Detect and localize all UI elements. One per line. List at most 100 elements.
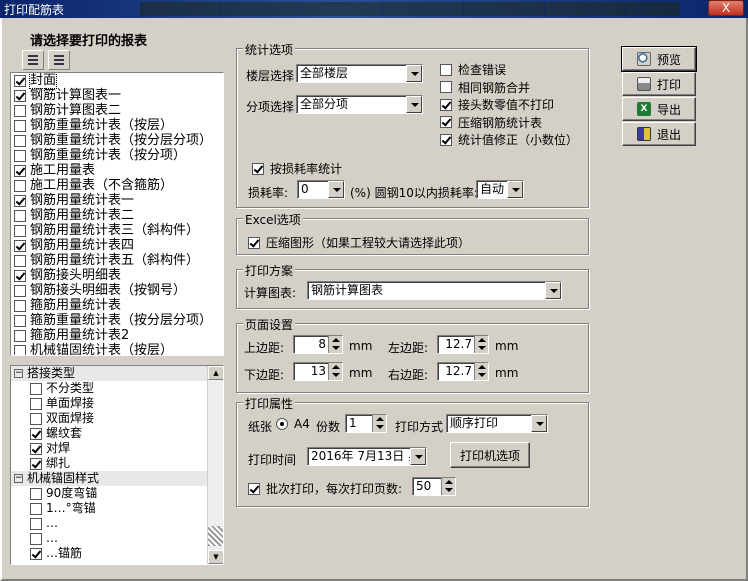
stats-option-check[interactable]: 接头数零值不打印 [440, 96, 554, 113]
tree-group[interactable]: − 搭接类型 [11, 366, 223, 381]
tree-item[interactable]: 对焊 [11, 441, 223, 456]
loss-rate-check[interactable]: 按损耗率统计 [252, 160, 342, 177]
stats-option-check[interactable]: 统计值修正（小数位） [440, 131, 578, 148]
report-item[interactable]: 施工用量表（不含箍筋） [11, 178, 223, 193]
checkbox[interactable] [14, 149, 26, 162]
checkbox[interactable] [14, 254, 26, 267]
chevron-down-icon[interactable] [328, 181, 344, 198]
checkbox[interactable] [14, 284, 26, 297]
left-margin-input[interactable]: 12.7 [437, 335, 489, 354]
report-item[interactable]: 钢筋接头明细表 [11, 268, 223, 283]
collapse-icon[interactable]: − [14, 474, 23, 483]
type-tree[interactable]: − 搭接类型 不分类型 单面焊接 双面焊接 螺纹套 对焊 绑扎 − 机械锚固样式 90度弯锚 1…°弯… [10, 365, 224, 565]
checkbox[interactable] [252, 162, 264, 175]
checkbox[interactable] [30, 517, 42, 530]
tree-item[interactable]: 不分类型 [11, 381, 223, 396]
checkbox[interactable] [30, 397, 42, 410]
checkbox[interactable] [30, 427, 42, 440]
chevron-down-icon[interactable] [406, 96, 422, 113]
spin-arrows-icon[interactable] [328, 363, 342, 380]
tree-item[interactable]: 90度弯锚 [11, 486, 223, 501]
report-item[interactable]: 钢筋用量统计表二 [11, 208, 223, 223]
deselect-all-button[interactable] [48, 50, 70, 70]
checkbox[interactable] [30, 502, 42, 515]
spin-arrows-icon[interactable] [441, 478, 455, 495]
printer-options-button[interactable]: 打印机选项 [450, 442, 530, 468]
checkbox[interactable] [248, 236, 260, 249]
auto-select[interactable]: 自动 [476, 180, 524, 199]
top-margin-input[interactable]: 8 [293, 335, 343, 354]
checkbox[interactable] [14, 329, 26, 342]
spin-arrows-icon[interactable] [328, 336, 342, 353]
chevron-down-icon[interactable] [545, 282, 561, 299]
checkbox[interactable] [14, 209, 26, 222]
report-item[interactable]: 施工用量表 [11, 163, 223, 178]
tree-item[interactable]: 螺纹套 [11, 426, 223, 441]
report-item[interactable]: 钢筋重量统计表（按分项） [11, 148, 223, 163]
radio-dot[interactable] [276, 418, 288, 430]
bottom-margin-input[interactable]: 13 [293, 362, 343, 381]
batch-pages-input[interactable]: 50 [412, 477, 456, 496]
stats-option-check[interactable]: 相同钢筋合并 [440, 79, 530, 96]
checkbox[interactable] [14, 179, 26, 192]
report-list[interactable]: 封面 钢筋计算图表一 钢筋计算图表二 钢筋重量统计表（按层） 钢筋重量统计表（按分层分项… [10, 72, 224, 356]
checkbox[interactable] [30, 547, 42, 560]
tree-item[interactable]: 1…°弯锚 [11, 501, 223, 516]
checkbox[interactable] [440, 81, 452, 93]
checkbox[interactable] [14, 269, 26, 282]
item-select[interactable]: 全部分项 [296, 95, 423, 114]
checkbox[interactable] [14, 119, 26, 132]
chevron-down-icon[interactable] [410, 448, 426, 465]
checkbox[interactable] [30, 382, 42, 395]
report-item[interactable]: 钢筋用量统计表五（斜构件） [11, 253, 223, 268]
checkbox[interactable] [30, 487, 42, 500]
checkbox[interactable] [14, 89, 26, 102]
report-item[interactable]: 机械锚固统计表（按层） [11, 343, 223, 355]
report-item[interactable]: 钢筋计算图表二 [11, 103, 223, 118]
checkbox[interactable] [14, 194, 26, 207]
checkbox[interactable] [440, 98, 452, 111]
tree-item[interactable]: …锚筋 [11, 546, 223, 561]
report-item[interactable]: 箍筋重量统计表（按分层分项） [11, 313, 223, 328]
export-button[interactable]: X 导出 [622, 97, 696, 121]
calc-chart-select[interactable]: 钢筋计算图表 [307, 281, 562, 300]
right-margin-input[interactable]: 12.7 [437, 362, 489, 381]
copies-input[interactable]: 1 [345, 414, 387, 433]
scroll-down-arrow[interactable]: ▼ [208, 550, 223, 564]
report-item[interactable]: 钢筋接头明细表（按钢号） [11, 283, 223, 298]
chevron-down-icon[interactable] [507, 181, 523, 198]
time-picker[interactable]: 2016年 7月13日 星 [307, 447, 427, 466]
exit-button[interactable]: 退出 [622, 122, 696, 146]
floor-select[interactable]: 全部楼层 [296, 64, 423, 83]
preview-button[interactable]: 预览 [621, 46, 697, 72]
report-item[interactable]: 钢筋计算图表一 [11, 88, 223, 103]
mode-select[interactable]: 顺序打印 [446, 414, 548, 433]
chevron-down-icon[interactable] [406, 65, 422, 82]
scroll-thumb[interactable] [208, 526, 223, 546]
checkbox[interactable] [14, 344, 26, 355]
report-item[interactable]: 箍筋用量统计表 [11, 298, 223, 313]
checkbox[interactable] [14, 299, 26, 312]
spin-arrows-icon[interactable] [372, 415, 386, 432]
checkbox[interactable] [14, 164, 26, 177]
batch-print-check[interactable]: 批次打印，每次打印页数: [248, 480, 402, 497]
checkbox[interactable] [248, 482, 260, 495]
compress-graph-check[interactable]: 压缩图形（如果工程较大请选择此项） [248, 234, 470, 251]
tree-item[interactable]: 单面焊接 [11, 396, 223, 411]
checkbox[interactable] [14, 224, 26, 237]
checkbox[interactable] [14, 104, 26, 117]
collapse-icon[interactable]: − [14, 369, 23, 378]
select-all-button[interactable] [22, 50, 44, 70]
loss-select[interactable]: 0 [297, 180, 345, 199]
tree-item[interactable]: 绑扎 [11, 456, 223, 471]
print-button[interactable]: 打印 [622, 72, 696, 96]
chevron-down-icon[interactable] [531, 415, 547, 432]
checkbox[interactable] [14, 314, 26, 327]
close-button[interactable]: X [708, 0, 744, 16]
checkbox[interactable] [440, 133, 452, 146]
checkbox[interactable] [14, 74, 26, 87]
checkbox[interactable] [30, 457, 42, 470]
checkbox[interactable] [30, 412, 42, 425]
tree-item[interactable]: … [11, 531, 223, 546]
paper-a4-radio[interactable]: A4 [276, 417, 310, 431]
